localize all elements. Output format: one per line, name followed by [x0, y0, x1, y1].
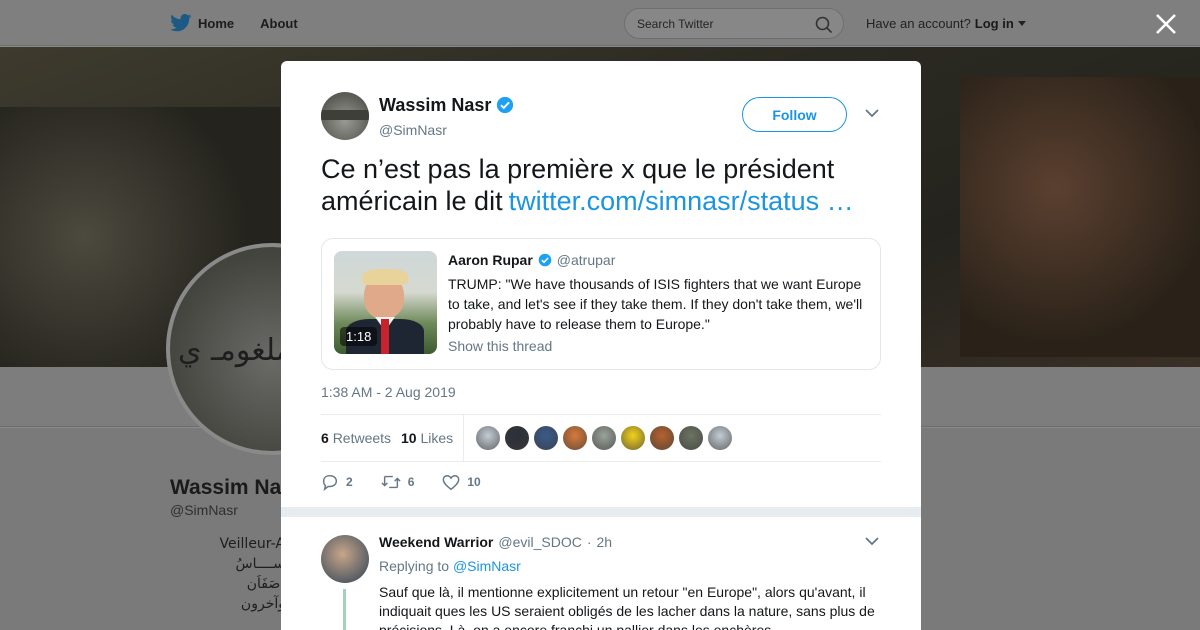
top-navigation: Home About Have an account? Log in — [0, 0, 1200, 46]
nav-about-label: About — [260, 15, 298, 31]
quoted-tweet[interactable]: 1:18 Aaron Rupar @atrupar TRUMP: "We hav… — [321, 238, 881, 370]
reply-header: Weekend Warrior @evil_SDOC · 2h — [379, 534, 612, 550]
bio-line: وآخرون — [240, 596, 285, 612]
nav-left: Home About — [170, 0, 298, 46]
reply-name[interactable]: Weekend Warrior — [379, 534, 493, 550]
nav-home[interactable]: Home — [170, 14, 234, 32]
avatar-stripe — [321, 110, 369, 120]
login-link[interactable]: Log in — [975, 16, 1014, 31]
retweet-action[interactable]: 6 — [381, 473, 415, 491]
like-action[interactable]: 10 — [442, 473, 481, 491]
retweet-count: 6 — [407, 475, 415, 489]
author-handle[interactable]: @SimNasr — [379, 122, 514, 138]
chevron-down-icon[interactable] — [865, 109, 879, 118]
account-area: Have an account? Log in — [866, 16, 1026, 31]
likes-label: Likes — [420, 430, 454, 446]
bio-line: ســــاسُ صَفَاَن: — [235, 556, 286, 592]
liker-avatar[interactable] — [563, 426, 587, 450]
show-thread-link[interactable]: Show this thread — [448, 338, 552, 354]
likers-avatars — [476, 426, 732, 450]
search-box — [624, 8, 844, 39]
account-prompt: Have an account? — [866, 16, 971, 31]
banner-figure — [960, 77, 1200, 357]
author-name[interactable]: Wassim Nasr — [379, 95, 514, 116]
reply-handle[interactable]: @evil_SDOC — [498, 534, 581, 550]
verified-badge-icon — [497, 96, 514, 114]
reply-action[interactable]: 2 — [321, 473, 353, 491]
author-avatar[interactable] — [321, 92, 369, 140]
liker-avatar[interactable] — [592, 426, 616, 450]
tweet-text: Ce n’est pas la première x que le présid… — [321, 153, 881, 217]
tweet-stats: 6 Retweets 10 Likes — [321, 414, 881, 462]
liker-avatar[interactable] — [621, 426, 645, 450]
quoted-name[interactable]: Aaron Rupar — [448, 252, 533, 268]
reply-count: 2 — [346, 475, 353, 489]
stats-divider — [463, 415, 464, 462]
liker-avatar[interactable] — [650, 426, 674, 450]
thread-line — [343, 589, 346, 630]
twitter-bird-icon — [170, 14, 192, 32]
liker-avatar[interactable] — [534, 426, 558, 450]
thumbnail-tie — [381, 319, 389, 354]
bio-line: Veilleur-A — [219, 536, 285, 552]
quoted-handle[interactable]: @atrupar — [557, 252, 616, 268]
replying-prefix: Replying to — [379, 558, 450, 574]
chevron-down-icon[interactable] — [1017, 20, 1026, 27]
thumbnail-hair — [362, 269, 408, 285]
search-icon[interactable] — [815, 16, 833, 34]
author-text: Wassim Nasr @SimNasr — [379, 95, 514, 138]
liker-avatar[interactable] — [505, 426, 529, 450]
liker-avatar[interactable] — [708, 426, 732, 450]
avatar-lettering: ملغومـ ي — [178, 333, 292, 368]
reply-icon — [322, 474, 338, 491]
nav-home-label: Home — [198, 15, 235, 31]
liker-avatar[interactable] — [679, 426, 703, 450]
retweets-count: 6 — [321, 430, 329, 446]
reply-text: Sauf que là, il mentionne explicitement … — [379, 584, 875, 630]
liker-avatar[interactable] — [476, 426, 500, 450]
follow-button[interactable]: Follow — [742, 97, 847, 132]
replies-divider — [281, 507, 921, 517]
profile-bio: Veilleur-A ســــاسُ صَفَاَن: وآخرون ً — [195, 534, 285, 630]
close-icon[interactable] — [1154, 12, 1178, 36]
verified-badge-icon — [538, 253, 552, 267]
quoted-header: Aaron Rupar @atrupar — [448, 252, 615, 268]
tweet-author[interactable]: Wassim Nasr @SimNasr — [321, 92, 514, 140]
retweets-label: Retweets — [332, 430, 392, 446]
reply-dot: · — [586, 534, 592, 550]
tweet-modal: Wassim Nasr @SimNasr Follow Ce n’est pas… — [281, 61, 921, 630]
video-duration: 1:18 — [340, 327, 378, 346]
tweet-timestamp[interactable]: 1:38 AM - 2 Aug 2019 — [321, 384, 456, 400]
video-thumbnail[interactable]: 1:18 — [334, 251, 437, 354]
replying-to: Replying to @SimNasr — [379, 558, 521, 574]
likes-count: 10 — [401, 430, 417, 446]
profile-name: Wassim Na — [170, 476, 282, 499]
chevron-down-icon[interactable] — [865, 537, 879, 546]
bio-line: ً — [195, 614, 285, 630]
retweets-stat[interactable]: 6 Retweets — [321, 430, 391, 446]
profile-handle: @SimNasr — [170, 502, 238, 518]
nav-about[interactable]: About — [260, 16, 298, 31]
replying-to-handle[interactable]: @SimNasr — [453, 558, 521, 574]
search-input[interactable] — [637, 17, 807, 31]
reply-time[interactable]: 2h — [597, 534, 613, 550]
retweet-icon — [381, 475, 401, 489]
author-name-label: Wassim Nasr — [379, 94, 492, 115]
heart-icon — [443, 474, 460, 490]
reply-avatar[interactable] — [321, 535, 369, 583]
quoted-text: TRUMP: "We have thousands of ISIS fighte… — [448, 276, 863, 332]
tweet-link[interactable]: twitter.com/simnasr/status … — [509, 186, 854, 216]
like-count: 10 — [467, 475, 481, 489]
likes-stat[interactable]: 10 Likes — [401, 430, 453, 446]
tweet-actions: 2 6 10 — [321, 473, 509, 491]
